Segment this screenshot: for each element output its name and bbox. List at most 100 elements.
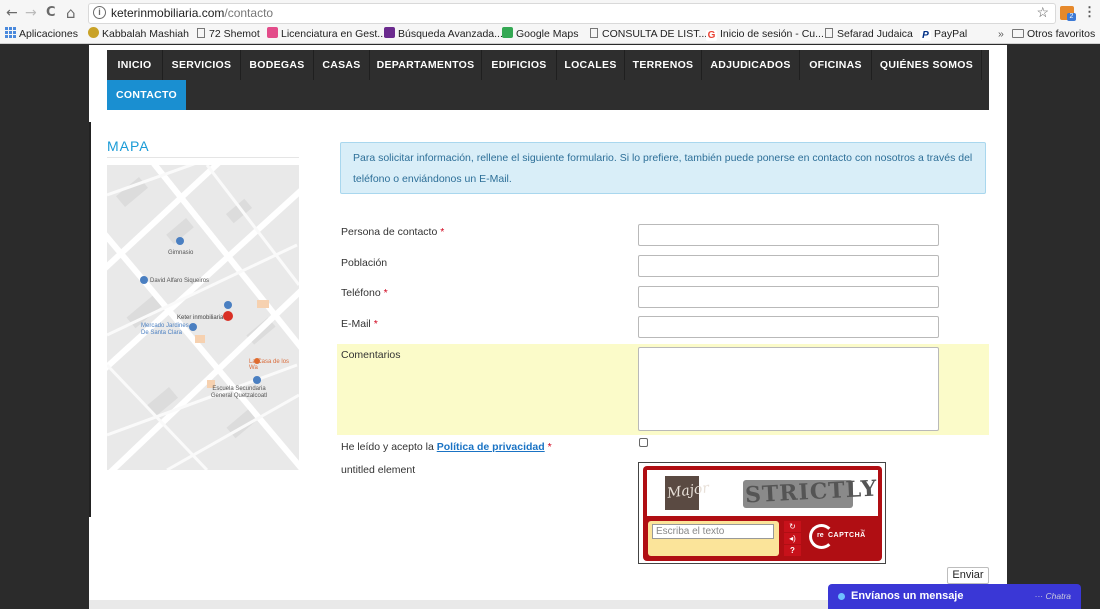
- bookmarks-more-icon[interactable]: »: [998, 27, 1004, 42]
- chat-status-icon: [838, 593, 845, 600]
- folder-icon: [1012, 29, 1024, 38]
- bookmark-apps[interactable]: Aplicaciones: [5, 27, 78, 42]
- browser-toolbar: ← → C ⌂ i keterinmobiliaria.com/contacto…: [0, 0, 1100, 26]
- map-label-keter: Keter inmobiliaria: [177, 315, 224, 321]
- bookmark-consulta[interactable]: CONSULTA DE LIST...: [590, 27, 707, 42]
- bookmark-label: Kabbalah Mashiah: [102, 28, 189, 40]
- maps-icon: [502, 27, 513, 38]
- reload-icon[interactable]: C: [46, 4, 56, 22]
- map-title-underline: [107, 157, 299, 158]
- bookmark-label: PayPal: [934, 28, 968, 40]
- email-input[interactable]: [638, 316, 939, 338]
- contact-input[interactable]: [638, 224, 939, 246]
- recaptcha-widget: Major STRICTLY Escriba el texto ↻ ◂) ? r…: [638, 462, 886, 564]
- nav-quienes-somos[interactable]: QUIÉNES SOMOS: [872, 50, 982, 80]
- nav-contacto[interactable]: CONTACTO: [107, 80, 186, 110]
- address-bar[interactable]: i keterinmobiliaria.com/contacto ☆: [88, 3, 1056, 24]
- bookmark-inicio-sesion[interactable]: G Inicio de sesión - Cu...: [706, 27, 824, 42]
- site-icon: [384, 27, 395, 38]
- bookmark-label: 72 Shemot: [209, 28, 260, 40]
- nav-locales[interactable]: LOCALES: [557, 50, 625, 80]
- browser-menu-icon[interactable]: ⋮: [1083, 4, 1096, 20]
- bookmark-label: Licenciatura en Gest...: [281, 28, 387, 40]
- bookmark-label: Inicio de sesión - Cu...: [720, 28, 824, 40]
- required-mark: *: [373, 318, 378, 330]
- paypal-icon: P: [920, 30, 931, 41]
- extension-badge: 2: [1067, 13, 1076, 21]
- label-privacy: He leído y acepto la Política de privaci…: [341, 441, 552, 453]
- map-label-mercado: Mercado Jardines De Santa Clara: [141, 323, 189, 336]
- url-domain: keterinmobiliaria.com: [111, 6, 225, 20]
- captcha-image: Major STRICTLY: [647, 470, 878, 516]
- url-text: keterinmobiliaria.com/contacto: [111, 6, 273, 20]
- nav-servicios[interactable]: SERVICIOS: [163, 50, 241, 80]
- apps-grid-icon: [5, 27, 16, 38]
- captcha-reload-icon[interactable]: ↻: [784, 521, 801, 532]
- bookmark-label: Búsqueda Avanzada...: [398, 28, 503, 40]
- bookmark-72-shemot[interactable]: 72 Shemot: [197, 27, 260, 42]
- nav-bodegas[interactable]: BODEGAS: [241, 50, 314, 80]
- bookmark-paypal[interactable]: P PayPal: [920, 27, 967, 42]
- recaptcha-logo-tm: ™: [860, 529, 865, 535]
- label-untitled: untitled element: [341, 464, 416, 476]
- city-input[interactable]: [638, 255, 939, 277]
- bookmark-google-maps[interactable]: Google Maps: [502, 27, 578, 42]
- nav-casas[interactable]: CASAS: [314, 50, 370, 80]
- bookmark-label: Otros favoritos: [1027, 28, 1096, 40]
- comments-textarea[interactable]: [638, 347, 939, 431]
- label-comments: Comentarios: [341, 349, 401, 361]
- label-contact: Persona de contacto *: [341, 226, 445, 238]
- star-of-david-icon: [88, 27, 99, 38]
- send-button[interactable]: Enviar: [947, 567, 989, 584]
- page-icon: [825, 28, 833, 38]
- google-icon: G: [706, 30, 717, 41]
- bookmark-star-icon[interactable]: ☆: [1036, 4, 1049, 21]
- page-icon: [197, 28, 205, 38]
- bookmark-busqueda[interactable]: Búsqueda Avanzada...: [384, 27, 503, 42]
- label-city: Población: [341, 257, 388, 269]
- chat-label: Envíanos un mensaje: [851, 590, 964, 602]
- back-icon[interactable]: ←: [6, 4, 18, 22]
- map-title: MAPA: [107, 138, 150, 154]
- map-label-escuela: Escuela Secundaria General Quetzalcoatl: [210, 386, 268, 399]
- left-divider: [89, 122, 91, 517]
- label-phone: Teléfono *: [341, 287, 388, 299]
- page-margin-left: [0, 45, 89, 609]
- bookmark-kabbalah[interactable]: Kabbalah Mashiah: [88, 27, 189, 42]
- page-icon: [590, 28, 598, 38]
- phone-input[interactable]: [638, 286, 939, 308]
- captcha-help-icon[interactable]: ?: [784, 545, 801, 556]
- map-label-casa: La Casa de los Wa: [249, 359, 290, 371]
- site-icon: [267, 27, 278, 38]
- home-icon[interactable]: ⌂: [66, 4, 76, 22]
- captcha-word-2: STRICTLY: [744, 475, 878, 509]
- url-path: /contacto: [224, 6, 274, 20]
- captcha-text-input[interactable]: Escriba el texto: [652, 524, 774, 539]
- privacy-policy-link[interactable]: Política de privacidad: [437, 441, 545, 453]
- nav-oficinas[interactable]: OFICINAS: [800, 50, 872, 80]
- bookmark-label: Sefarad Judaica: [837, 28, 913, 40]
- captcha-audio-icon[interactable]: ◂): [784, 533, 801, 544]
- required-mark: *: [440, 226, 445, 238]
- embedded-map[interactable]: Gimnasio David Alfaro Siqueiros Keter in…: [107, 165, 299, 470]
- chat-widget[interactable]: Envíanos un mensaje ··· Chatra: [828, 584, 1081, 609]
- recaptcha-logo-re: re: [817, 532, 824, 539]
- nav-adjudicados[interactable]: ADJUDICADOS: [702, 50, 800, 80]
- bookmark-other-folder[interactable]: Otros favoritos: [1012, 27, 1095, 42]
- forward-icon[interactable]: →: [25, 4, 37, 22]
- bookmark-label: Google Maps: [516, 28, 579, 40]
- nav-departamentos[interactable]: DEPARTAMENTOS: [370, 50, 482, 80]
- info-icon[interactable]: i: [93, 6, 106, 19]
- nav-terrenos[interactable]: TERRENOS: [625, 50, 702, 80]
- nav-edificios[interactable]: EDIFICIOS: [482, 50, 557, 80]
- captcha-input-area: Escriba el texto: [648, 521, 779, 556]
- info-alert: Para solicitar información, rellene el s…: [340, 142, 986, 194]
- bookmark-licenciatura[interactable]: Licenciatura en Gest...: [267, 27, 386, 42]
- label-email: E-Mail *: [341, 318, 378, 330]
- chat-brand: ··· Chatra: [1034, 591, 1071, 601]
- nav-inicio[interactable]: INICIO: [107, 50, 163, 80]
- privacy-checkbox[interactable]: [639, 438, 648, 447]
- bookmark-sefarad[interactable]: Sefarad Judaica: [825, 27, 913, 42]
- main-navbar: INICIO SERVICIOS BODEGAS CASAS DEPARTAME…: [107, 50, 989, 110]
- page-margin-right: [1007, 45, 1100, 609]
